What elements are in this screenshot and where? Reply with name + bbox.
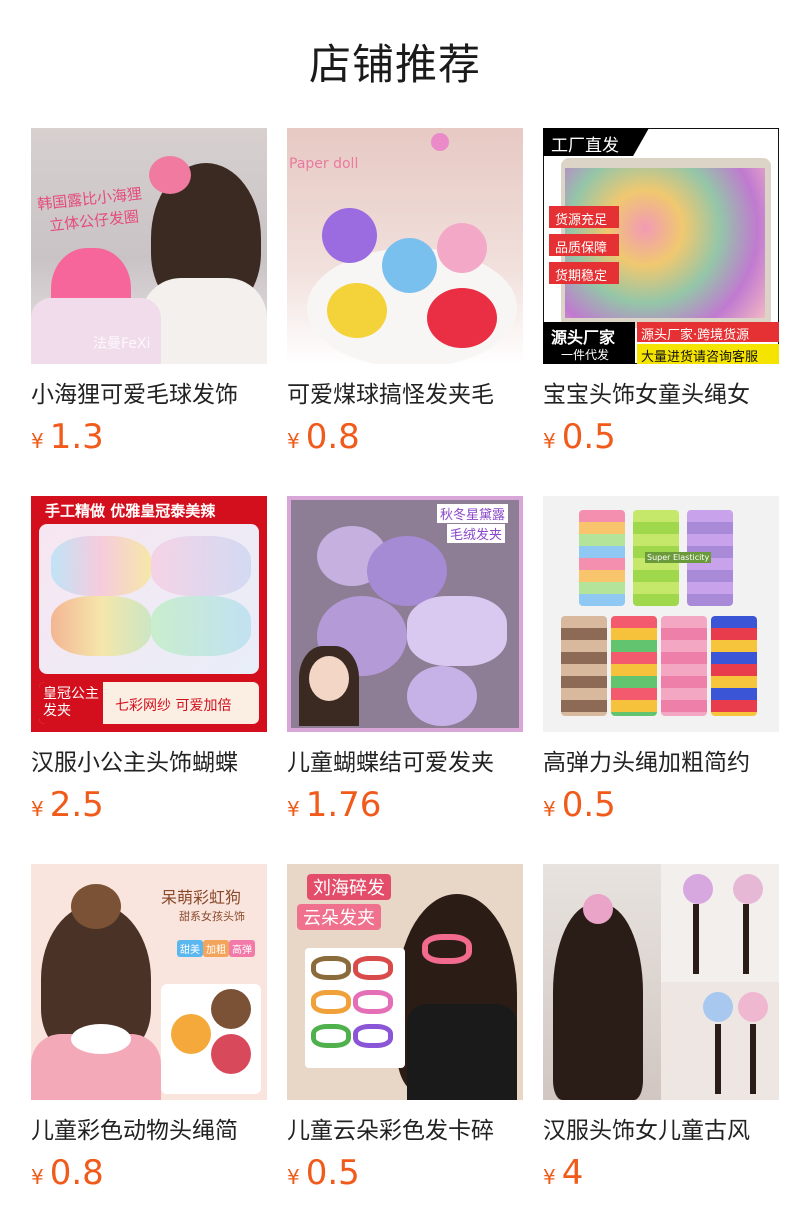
currency-symbol: ¥ bbox=[543, 797, 556, 821]
price-value: 1.3 bbox=[49, 417, 104, 457]
image-caption: 秋冬星黛露 bbox=[437, 504, 509, 523]
product-card[interactable]: 工厂直发 货源充足 品质保障 货期稳定 源头厂家 一件代发 源头厂家·跨境货源 … bbox=[543, 128, 779, 496]
price-value: 0.8 bbox=[49, 1153, 104, 1193]
product-name[interactable]: 儿童云朵彩色发卡碎 bbox=[287, 1114, 523, 1148]
product-image[interactable] bbox=[543, 864, 779, 1100]
product-name[interactable]: 高弹力头绳加粗简约 bbox=[543, 746, 779, 780]
price-value: 0.8 bbox=[305, 417, 360, 457]
product-price: ¥ 4 bbox=[543, 1152, 779, 1194]
image-caption: 品质保障 bbox=[555, 241, 608, 256]
price-value: 0.5 bbox=[561, 417, 616, 457]
image-caption: Paper doll bbox=[289, 156, 359, 172]
section-title: 店铺推荐 bbox=[308, 40, 481, 89]
product-image[interactable]: 刘海碎发 云朵发夹 bbox=[287, 864, 523, 1100]
product-card[interactable]: 手工精做 优雅皇冠泰美辣 皇冠公主发夹 七彩网纱 可爱加倍 汉服小公主头饰蝴蝶 … bbox=[31, 496, 267, 864]
image-caption: 甜系女孩头饰 bbox=[179, 910, 245, 923]
image-tag: 高弹 bbox=[229, 940, 255, 957]
product-card[interactable]: 秋冬星黛露 毛绒发夹 儿童蝴蝶结可爱发夹 ¥ 1.76 bbox=[287, 496, 523, 864]
product-name[interactable]: 汉服小公主头饰蝴蝶 bbox=[31, 746, 267, 780]
product-card[interactable]: 韩国露比小海狸 立体公仔发圈 法曼FeXi 小海狸可爱毛球发饰 ¥ 1.3 bbox=[31, 128, 267, 496]
image-caption: 刘海碎发 bbox=[307, 874, 391, 900]
currency-symbol: ¥ bbox=[287, 797, 300, 821]
image-caption: Super Elasticity bbox=[645, 552, 712, 563]
product-name[interactable]: 汉服头饰女儿童古风 bbox=[543, 1114, 779, 1148]
product-name[interactable]: 儿童蝴蝶结可爱发夹 bbox=[287, 746, 523, 780]
currency-symbol: ¥ bbox=[287, 1165, 300, 1189]
image-caption: 大量进货请咨询客服 bbox=[641, 350, 759, 364]
product-price: ¥ 0.5 bbox=[287, 1152, 523, 1194]
currency-symbol: ¥ bbox=[31, 429, 44, 453]
currency-symbol: ¥ bbox=[31, 797, 44, 821]
product-image[interactable]: 手工精做 优雅皇冠泰美辣 皇冠公主发夹 七彩网纱 可爱加倍 bbox=[31, 496, 267, 732]
currency-symbol: ¥ bbox=[287, 429, 300, 453]
currency-symbol: ¥ bbox=[31, 1165, 44, 1189]
price-value: 4 bbox=[561, 1153, 584, 1193]
product-name[interactable]: 儿童彩色动物头绳简 bbox=[31, 1114, 267, 1148]
product-grid: 韩国露比小海狸 立体公仔发圈 法曼FeXi 小海狸可爱毛球发饰 ¥ 1.3 Pa… bbox=[31, 128, 779, 1232]
image-tag: 甜美 bbox=[177, 940, 203, 957]
price-value: 0.5 bbox=[561, 785, 616, 825]
image-watermark: 法曼FeXi bbox=[93, 336, 151, 352]
product-price: ¥ 1.3 bbox=[31, 416, 267, 458]
currency-symbol: ¥ bbox=[543, 1165, 556, 1189]
image-caption: 手工精做 优雅皇冠泰美辣 bbox=[45, 502, 216, 520]
image-tag: 加粗 bbox=[203, 940, 229, 957]
currency-symbol: ¥ bbox=[543, 429, 556, 453]
image-caption: 呆萌彩虹狗 bbox=[161, 888, 242, 907]
image-badge: 工厂直发 bbox=[551, 136, 619, 156]
product-card[interactable]: Super Elasticity 高弹力头绳加粗简约 ¥ 0.5 bbox=[543, 496, 779, 864]
product-price: ¥ 0.8 bbox=[287, 416, 523, 458]
image-caption: 皇冠公主发夹 bbox=[43, 686, 99, 719]
price-value: 0.5 bbox=[305, 1153, 360, 1193]
product-card[interactable]: 刘海碎发 云朵发夹 儿童云朵彩色发卡碎 ¥ 0.5 bbox=[287, 864, 523, 1232]
product-name[interactable]: 可爱煤球搞怪发夹毛 bbox=[287, 378, 523, 412]
product-name[interactable]: 小海狸可爱毛球发饰 bbox=[31, 378, 267, 412]
product-image[interactable]: 韩国露比小海狸 立体公仔发圈 法曼FeXi bbox=[31, 128, 267, 364]
product-name[interactable]: 宝宝头饰女童头绳女 bbox=[543, 378, 779, 412]
product-price: ¥ 1.76 bbox=[287, 784, 523, 826]
product-price: ¥ 0.5 bbox=[543, 784, 779, 826]
product-card[interactable]: 呆萌彩虹狗 甜系女孩头饰 甜美 加粗 高弹 儿童彩色动物头绳简 ¥ 0.8 bbox=[31, 864, 267, 1232]
product-card[interactable]: 汉服头饰女儿童古风 ¥ 4 bbox=[543, 864, 779, 1232]
image-caption: 云朵发夹 bbox=[297, 904, 381, 930]
image-caption: 源头厂家 bbox=[551, 328, 616, 347]
image-caption: 货源充足 bbox=[555, 213, 608, 228]
image-caption: 货期稳定 bbox=[555, 269, 608, 284]
product-image[interactable]: Super Elasticity bbox=[543, 496, 779, 732]
product-image[interactable]: 秋冬星黛露 毛绒发夹 bbox=[287, 496, 523, 732]
product-price: ¥ 2.5 bbox=[31, 784, 267, 826]
product-card[interactable]: Paper doll 可爱煤球搞怪发夹毛 ¥ 0.8 bbox=[287, 128, 523, 496]
product-image[interactable]: 工厂直发 货源充足 品质保障 货期稳定 源头厂家 一件代发 源头厂家·跨境货源 … bbox=[543, 128, 779, 364]
image-caption: 七彩网纱 可爱加倍 bbox=[115, 698, 232, 714]
image-caption: 一件代发 bbox=[561, 348, 610, 362]
price-value: 2.5 bbox=[49, 785, 104, 825]
product-image[interactable]: 呆萌彩虹狗 甜系女孩头饰 甜美 加粗 高弹 bbox=[31, 864, 267, 1100]
image-caption: 毛绒发夹 bbox=[447, 524, 506, 543]
product-image[interactable]: Paper doll bbox=[287, 128, 523, 364]
product-price: ¥ 0.8 bbox=[31, 1152, 267, 1194]
product-price: ¥ 0.5 bbox=[543, 416, 779, 458]
price-value: 1.76 bbox=[305, 785, 382, 825]
image-caption: 源头厂家·跨境货源 bbox=[641, 328, 750, 343]
